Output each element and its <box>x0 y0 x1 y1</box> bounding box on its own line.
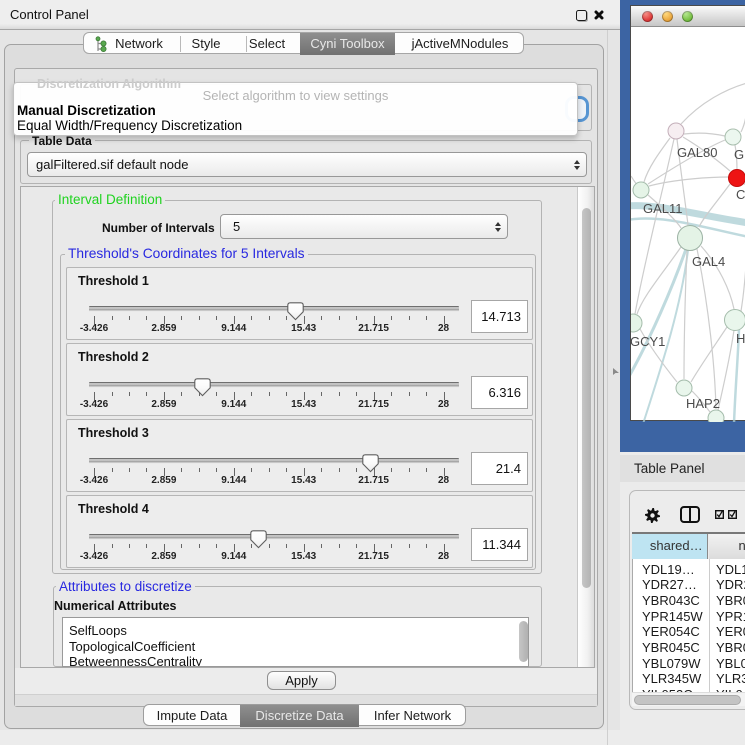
svg-text:G: G <box>734 147 744 162</box>
svg-text:H: H <box>736 331 745 346</box>
svg-text:GAL80: GAL80 <box>677 145 717 160</box>
svg-text:GAL4: GAL4 <box>692 254 725 269</box>
svg-text:HAP2: HAP2 <box>686 396 720 411</box>
svg-text:C: C <box>736 187 745 202</box>
svg-text:GCY1: GCY1 <box>631 334 665 349</box>
svg-text:GAL11: GAL11 <box>643 201 683 216</box>
